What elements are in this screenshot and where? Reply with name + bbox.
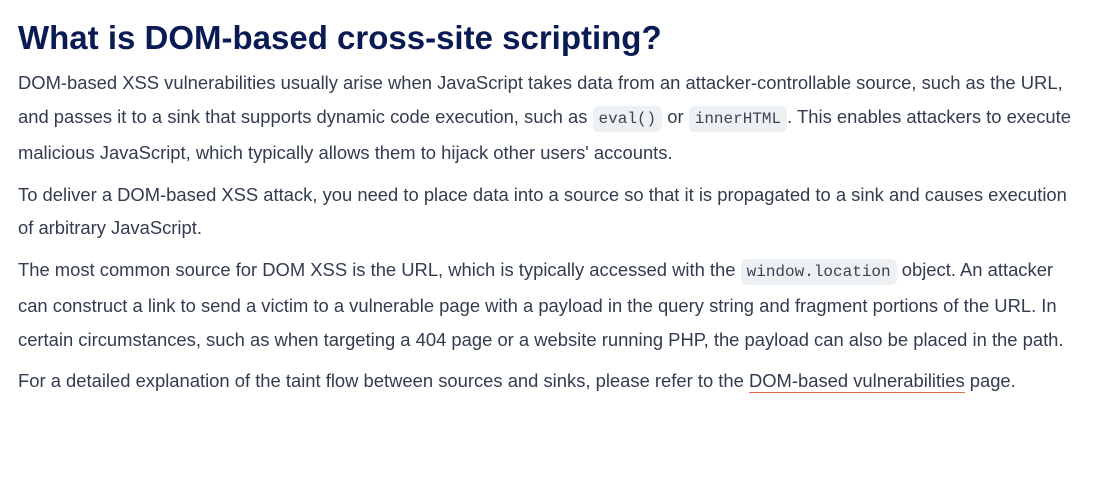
code-innerhtml: innerHTML xyxy=(688,105,788,132)
paragraph-common-source: The most common source for DOM XSS is th… xyxy=(18,253,1078,357)
paragraph-text: page. xyxy=(964,370,1016,391)
paragraph-intro: DOM-based XSS vulnerabilities usually ar… xyxy=(18,66,1078,170)
paragraph-text: or xyxy=(662,105,689,127)
code-window-location: window.location xyxy=(740,258,897,285)
paragraph-reference: For a detailed explanation of the taint … xyxy=(18,364,1078,398)
paragraph-delivery: To deliver a DOM-based XSS attack, you n… xyxy=(18,183,1067,239)
dom-based-vulnerabilities-link[interactable]: DOM-based vulnerabilities xyxy=(748,370,965,393)
paragraph-text: The most common source for DOM XSS is th… xyxy=(18,258,741,280)
article-section: What is DOM-based cross-site scripting? … xyxy=(0,0,1078,398)
section-heading: What is DOM-based cross-site scripting? xyxy=(18,19,662,56)
code-eval: eval() xyxy=(592,105,663,132)
paragraph-text: For a detailed explanation of the taint … xyxy=(18,370,749,391)
